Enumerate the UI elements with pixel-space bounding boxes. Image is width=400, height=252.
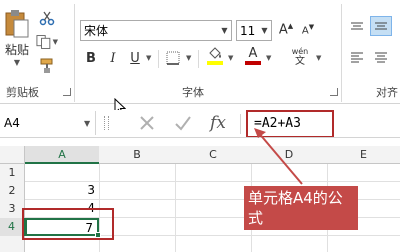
chevron-down-icon[interactable]: ▼ <box>146 54 151 62</box>
alignment-group-label: 对齐 <box>376 86 398 99</box>
column-header-label: E <box>360 148 367 161</box>
copy-button[interactable]: ▼ <box>36 32 58 52</box>
clipboard-group-label: 剪贴板 <box>6 86 39 99</box>
align-middle-icon <box>375 22 387 30</box>
cell-a1[interactable] <box>25 164 99 181</box>
column-header-e[interactable]: E <box>327 146 400 164</box>
grid-line <box>175 164 176 252</box>
column-header-a[interactable]: A <box>25 146 99 164</box>
paste-button[interactable]: 粘贴 ▼ <box>2 8 32 68</box>
insert-function-button[interactable]: fx <box>204 111 232 135</box>
row-header-label: 1 <box>8 166 16 179</box>
cell-a2[interactable]: 3 <box>25 182 99 199</box>
underline-button[interactable]: U <box>124 48 146 68</box>
align-top-icon <box>351 22 363 30</box>
annotation-line-2: 式 <box>248 209 264 227</box>
font-color-letter: A <box>248 46 258 61</box>
group-divider <box>74 4 75 102</box>
align-center-button[interactable] <box>370 48 392 68</box>
enter-button[interactable] <box>170 112 196 134</box>
cell-highlight-box <box>22 208 114 240</box>
annotation-line-1: 单元格A4的公 <box>248 189 343 207</box>
name-box-value: A4 <box>4 116 20 130</box>
group-divider <box>198 50 199 68</box>
format-painter-icon <box>40 58 53 73</box>
chevron-down-icon[interactable]: ▼ <box>266 54 271 62</box>
chevron-down-icon: ▼ <box>52 38 58 46</box>
cut-button[interactable] <box>36 8 58 28</box>
align-left-button[interactable] <box>346 48 368 68</box>
formula-bar-bottom-border <box>0 137 400 138</box>
font-size-select[interactable]: 11 ▼ <box>236 20 272 41</box>
group-divider <box>158 50 159 68</box>
chevron-down-icon: ▼ <box>261 26 268 35</box>
row-header-label: 2 <box>8 184 16 197</box>
italic-label: I <box>110 50 116 66</box>
chevron-down-icon[interactable]: ▼ <box>228 54 233 62</box>
annotation-callout: 单元格A4的公 式 <box>244 186 358 230</box>
font-color-button[interactable]: A <box>242 46 264 66</box>
drag-handle-icon[interactable] <box>104 116 109 130</box>
copy-icon <box>36 35 51 49</box>
chevron-down-icon: ▼ <box>13 58 21 67</box>
row-header-label: 4 <box>8 220 15 233</box>
chevron-down-icon[interactable]: ▼ <box>186 54 191 62</box>
column-header-c[interactable]: C <box>175 146 251 164</box>
borders-icon <box>166 51 180 65</box>
font-group-label: 字体 <box>182 86 204 99</box>
chevron-down-icon[interactable]: ▼ <box>316 54 321 62</box>
row-header-2[interactable]: 2 <box>0 182 25 200</box>
arrow-icon <box>254 128 303 185</box>
chevron-down-icon[interactable]: ▼ <box>84 119 90 128</box>
close-icon <box>140 116 154 130</box>
bold-button[interactable]: B <box>80 48 102 68</box>
formula-divider <box>240 114 241 134</box>
scissors-icon <box>39 11 55 26</box>
shrink-font-icon: A▼ <box>301 23 315 37</box>
fx-icon: fx <box>210 113 226 133</box>
column-header-b[interactable]: B <box>99 146 175 164</box>
align-left-icon <box>351 52 363 63</box>
shrink-font-button[interactable]: A▼ <box>298 20 318 40</box>
phonetic-button[interactable]: wén 文 <box>286 46 314 68</box>
format-painter-button[interactable] <box>36 56 58 76</box>
paint-bucket-icon <box>209 47 221 59</box>
underline-label: U <box>130 50 140 66</box>
fill-color-swatch <box>207 61 223 65</box>
phonetic-label: wén <box>291 47 309 56</box>
paste-icon <box>5 10 29 38</box>
column-header-label: B <box>133 148 141 161</box>
font-size-value: 11 <box>240 23 256 38</box>
align-middle-button[interactable] <box>370 16 392 36</box>
grow-font-button[interactable]: A▲ <box>276 20 296 40</box>
checkmark-icon <box>175 116 191 131</box>
align-top-button[interactable] <box>346 18 368 38</box>
row-header-label: 3 <box>8 202 16 215</box>
phonetic-icon: 文 <box>295 56 305 67</box>
font-name-select[interactable]: 宋体 ▼ <box>80 20 232 41</box>
column-header-label: C <box>209 148 217 161</box>
column-header-label: A <box>58 148 66 161</box>
dialog-launcher-icon[interactable] <box>330 88 338 96</box>
grow-font-icon: A▲ <box>278 22 294 38</box>
fill-color-button[interactable] <box>204 46 226 66</box>
ribbon-divider <box>0 103 400 104</box>
cell-value: 3 <box>87 183 95 197</box>
row-header-1[interactable]: 1 <box>0 164 25 182</box>
italic-button[interactable]: I <box>102 48 124 68</box>
chevron-down-icon: ▼ <box>221 26 228 35</box>
dialog-launcher-icon[interactable] <box>63 88 71 96</box>
font-color-swatch <box>245 61 261 65</box>
borders-button[interactable] <box>162 48 184 68</box>
paste-label: 粘贴 <box>4 43 29 57</box>
align-center-icon <box>375 52 387 63</box>
cancel-button[interactable] <box>134 112 160 134</box>
bold-label: B <box>86 50 96 66</box>
font-name-value: 宋体 <box>84 24 109 38</box>
select-all-corner[interactable] <box>0 146 25 164</box>
name-box[interactable]: A4 <box>0 111 96 135</box>
group-divider <box>341 4 342 102</box>
